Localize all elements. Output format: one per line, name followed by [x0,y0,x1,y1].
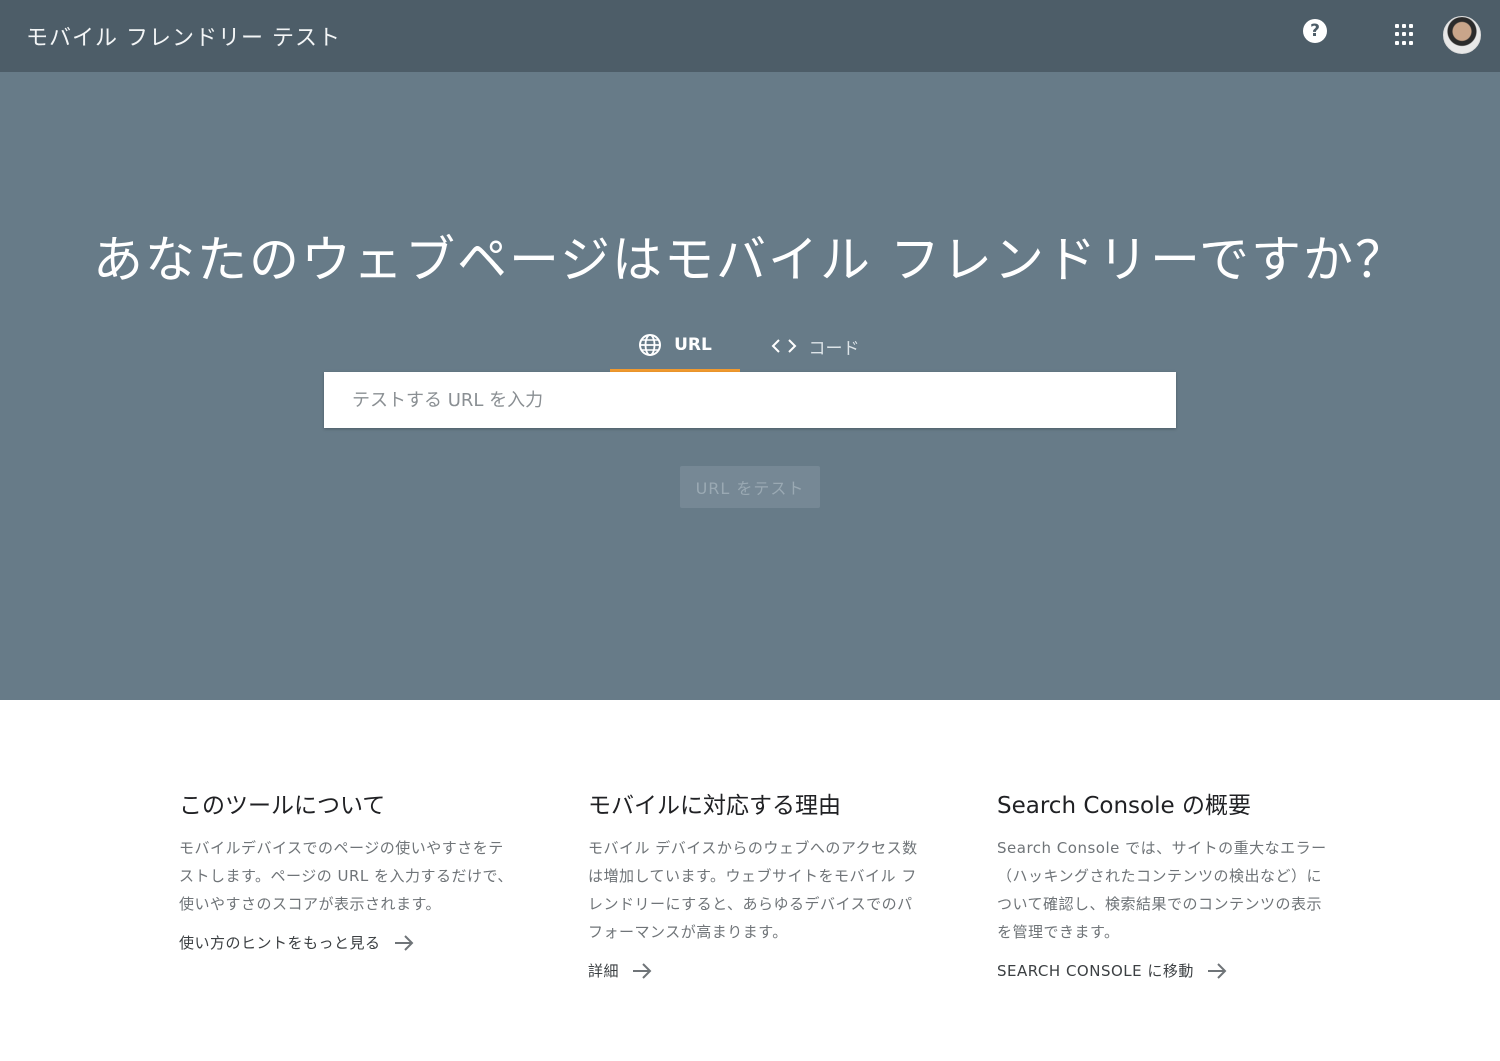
globe-icon [638,333,662,357]
help-icon[interactable]: ? [1303,19,1327,43]
info-card-search-console: Search Console の概要 Search Console では、サイト… [997,786,1332,981]
hero-section: あなたのウェブページはモバイル フレンドリーですか？ URL コード テストする… [0,72,1500,700]
test-url-button[interactable]: URL をテスト [680,466,820,508]
tab-code[interactable]: コード [760,320,870,372]
search-console-link[interactable]: SEARCH CONSOLE に移動 [997,960,1332,981]
info-card-about: このツールについて モバイルデバイスでのページの使いやすさをテストします。ページ… [179,786,514,953]
tips-link-label: 使い方のヒントをもっと見る [179,934,381,952]
app-title[interactable]: モバイル フレンドリー テスト [26,20,341,52]
account-avatar[interactable] [1443,16,1481,54]
info-heading: モバイルに対応する理由 [588,793,841,819]
apps-grid-icon[interactable] [1395,24,1417,46]
search-console-link-label: SEARCH CONSOLE に移動 [997,962,1194,980]
arrow-right-icon [631,962,653,980]
tab-url-label: URL [674,334,712,355]
hero-title: あなたのウェブページはモバイル フレンドリーですか？ [93,231,1407,289]
info-text: モバイル デバイスからのウェブへのアクセス数は増加しています。ウェブサイトをモバ… [588,839,918,941]
code-icon [771,337,797,355]
url-input[interactable] [324,372,1176,428]
tips-link[interactable]: 使い方のヒントをもっと見る [179,932,514,953]
arrow-right-icon [393,934,415,952]
top-app-bar: モバイル フレンドリー テスト ? [0,0,1500,72]
tab-url[interactable]: URL [610,320,740,372]
info-heading: このツールについて [179,793,386,819]
details-link-label: 詳細 [588,962,620,980]
details-link[interactable]: 詳細 [588,960,923,981]
info-text: モバイルデバイスでのページの使いやすさをテストします。ページの URL を入力す… [179,839,513,913]
info-text: Search Console では、サイトの重大なエラー（ハッキングされたコンテ… [997,839,1327,941]
info-heading: Search Console の概要 [997,793,1251,819]
info-card-why-mobile: モバイルに対応する理由 モバイル デバイスからのウェブへのアクセス数は増加してい… [588,786,923,981]
tab-code-label: コード [808,338,860,359]
arrow-right-icon [1206,962,1228,980]
